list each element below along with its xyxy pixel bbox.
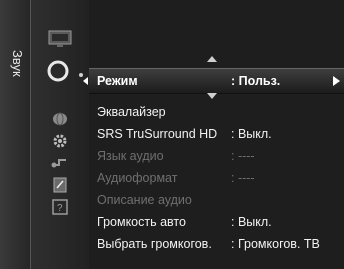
menu-item-srs-trusurround[interactable]: SRS TruSurround HD : Выкл. <box>89 123 344 145</box>
channel-icon[interactable] <box>45 108 75 130</box>
menu-icon-column: ? <box>31 0 89 269</box>
menu-item-audio-description: Описание аудио <box>89 189 344 211</box>
menu-item-label: Громкость авто <box>97 215 186 229</box>
svg-text:?: ? <box>57 203 63 214</box>
menu-item-speaker-select[interactable]: Выбрать громкогов. : Громкогов. ТВ <box>89 233 344 255</box>
sound-menu-list: Режим : Польз. Эквалайзер SRS TruSurroun… <box>83 0 344 269</box>
menu-item-label: Эквалайзер <box>97 105 166 119</box>
menu-item-label: Режим <box>97 74 138 88</box>
gear-icon[interactable] <box>45 130 75 152</box>
menu-item-equalizer[interactable]: Эквалайзер <box>89 101 344 123</box>
menu-item-label: Выбрать громкогов. <box>97 237 212 251</box>
picture-icon[interactable] <box>45 28 75 50</box>
support-icon[interactable]: ? <box>45 196 75 218</box>
menu-item-auto-volume[interactable]: Громкость авто : Выкл. <box>89 211 344 233</box>
menu-item-mode[interactable]: Режим : Польз. <box>83 68 344 94</box>
menu-item-value: : ---- <box>231 149 255 163</box>
scroll-down-icon[interactable] <box>207 93 217 99</box>
menu-item-value: : Выкл. <box>231 215 272 229</box>
menu-category-label: Звук <box>10 50 25 77</box>
menu-item-value: : Выкл. <box>231 127 272 141</box>
menu-item-audio-language: Язык аудио : ---- <box>89 145 344 167</box>
scroll-up-icon[interactable] <box>207 56 217 62</box>
menu-item-label: SRS TruSurround HD <box>97 127 218 141</box>
input-icon[interactable] <box>45 152 75 174</box>
right-arrow-icon <box>333 76 340 86</box>
application-icon[interactable] <box>45 174 75 196</box>
menu-item-value: : Громкогов. ТВ <box>231 237 320 251</box>
menu-item-audio-format: Аудиоформат : ---- <box>89 167 344 189</box>
menu-item-value: : Польз. <box>231 74 281 88</box>
menu-category-tab: Звук <box>0 0 31 269</box>
sound-icon[interactable] <box>45 60 75 82</box>
left-arrow-icon <box>83 77 88 85</box>
menu-item-label: Аудиоформат <box>97 171 178 185</box>
menu-item-label: Описание аудио <box>97 193 192 207</box>
menu-item-label: Язык аудио <box>97 149 164 163</box>
menu-item-value: : ---- <box>231 171 255 185</box>
tv-menu-frame: Звук ? Режим: Польз. Эквалайзер SRS Tru… <box>0 0 344 269</box>
